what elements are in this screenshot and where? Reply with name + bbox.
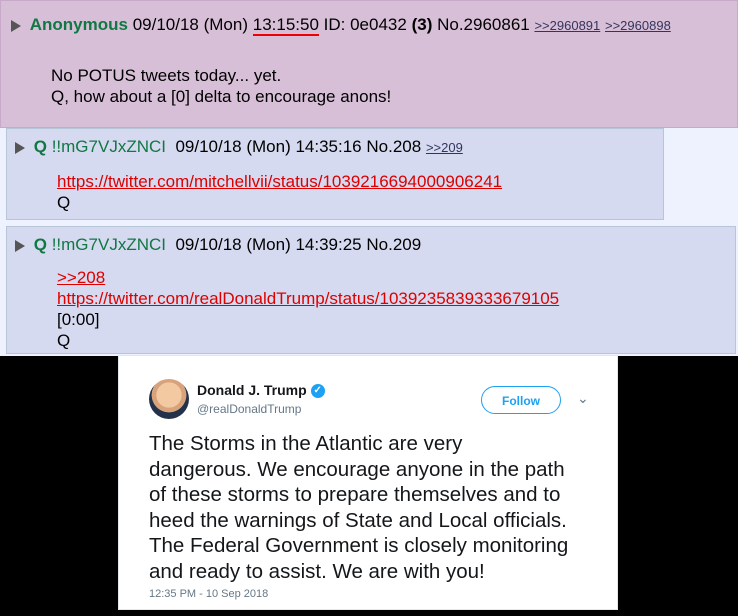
poster-name: Q: [33, 137, 47, 156]
tweet-text-line: dangerous. We encourage anyone in the pa…: [149, 457, 565, 481]
post-line: Q: [57, 193, 71, 212]
post-datetime: 09/10/18 (Mon) 14:39:25: [175, 235, 362, 254]
tweet-link[interactable]: https://twitter.com/mitchellvii/status/1…: [57, 171, 502, 192]
post-header: Anonymous 09/10/18 (Mon) 13:15:50 ID: 0e…: [11, 15, 671, 36]
expand-arrow-icon[interactable]: [11, 19, 21, 32]
expand-arrow-icon[interactable]: [15, 141, 25, 154]
post-body: >>208 https://twitter.com/realDonaldTrum…: [57, 267, 559, 351]
post-number[interactable]: No.208: [366, 137, 421, 156]
post-2960861: Anonymous 09/10/18 (Mon) 13:15:50 ID: 0e…: [0, 0, 738, 128]
poster-name: Anonymous: [29, 15, 128, 34]
avatar[interactable]: [149, 379, 189, 419]
post-208: Q !!mG7VJxZNCI 09/10/18 (Mon) 14:35:16 N…: [6, 128, 664, 220]
reply-link[interactable]: >>209: [426, 140, 463, 155]
tweet-link[interactable]: https://twitter.com/realDonaldTrump/stat…: [57, 288, 559, 309]
post-datetime: 09/10/18 (Mon) 14:35:16: [175, 137, 362, 156]
tweet-text-line: of these storms to prepare themselves an…: [149, 483, 561, 506]
reply-link[interactable]: >>2960898: [605, 18, 671, 33]
tweet-timestamp[interactable]: 12:35 PM - 10 Sep 2018: [149, 588, 268, 600]
display-name-text: Donald J. Trump: [197, 382, 307, 398]
post-line: [0:00]: [57, 310, 100, 329]
tweet-display-name[interactable]: Donald J. Trump ✓: [197, 382, 325, 399]
embedded-tweet: Donald J. Trump ✓ @realDonaldTrump Follow…: [118, 355, 618, 610]
tweet-handle[interactable]: @realDonaldTrump: [197, 402, 301, 416]
post-header: Q !!mG7VJxZNCI 09/10/18 (Mon) 14:35:16 N…: [15, 137, 463, 157]
tripcode: !!mG7VJxZNCI: [51, 235, 166, 254]
post-line: Q, how about a [0] delta to encourage an…: [51, 87, 392, 106]
poster-id[interactable]: ID: 0e0432: [324, 15, 407, 34]
verified-badge-icon: ✓: [310, 384, 325, 399]
post-date: 09/10/18 (Mon): [132, 15, 248, 34]
expand-arrow-icon[interactable]: [15, 239, 25, 252]
post-body: No POTUS tweets today... yet. Q, how abo…: [51, 65, 391, 107]
post-time: 13:15:50: [252, 15, 319, 36]
post-line: Q: [57, 331, 71, 350]
follow-button[interactable]: Follow: [481, 386, 561, 414]
quote-link[interactable]: >>208: [57, 267, 559, 288]
tweet-text-line: The Federal Government is closely monito…: [149, 534, 569, 557]
post-number[interactable]: No.209: [366, 235, 421, 254]
tripcode: !!mG7VJxZNCI: [51, 137, 166, 156]
post-number[interactable]: No.2960861: [437, 15, 530, 34]
post-header: Q !!mG7VJxZNCI 09/10/18 (Mon) 14:39:25 N…: [15, 235, 421, 255]
post-line: No POTUS tweets today... yet.: [51, 66, 282, 85]
tweet-text-line: The Storms in the Atlantic are very: [149, 432, 463, 455]
chevron-down-icon[interactable]: ⌄: [577, 390, 589, 407]
id-count: (3): [411, 15, 433, 34]
poster-name: Q: [33, 235, 47, 254]
tweet-text: The Storms in the Atlantic are very dang…: [149, 431, 609, 584]
reply-link[interactable]: >>2960891: [534, 18, 600, 33]
tweet-text-line: heed the warnings of State and Local off…: [149, 508, 567, 532]
post-body: https://twitter.com/mitchellvii/status/1…: [57, 171, 502, 213]
tweet-text-line: and ready to assist. We are with you!: [149, 559, 485, 583]
post-209: Q !!mG7VJxZNCI 09/10/18 (Mon) 14:39:25 N…: [6, 226, 736, 354]
